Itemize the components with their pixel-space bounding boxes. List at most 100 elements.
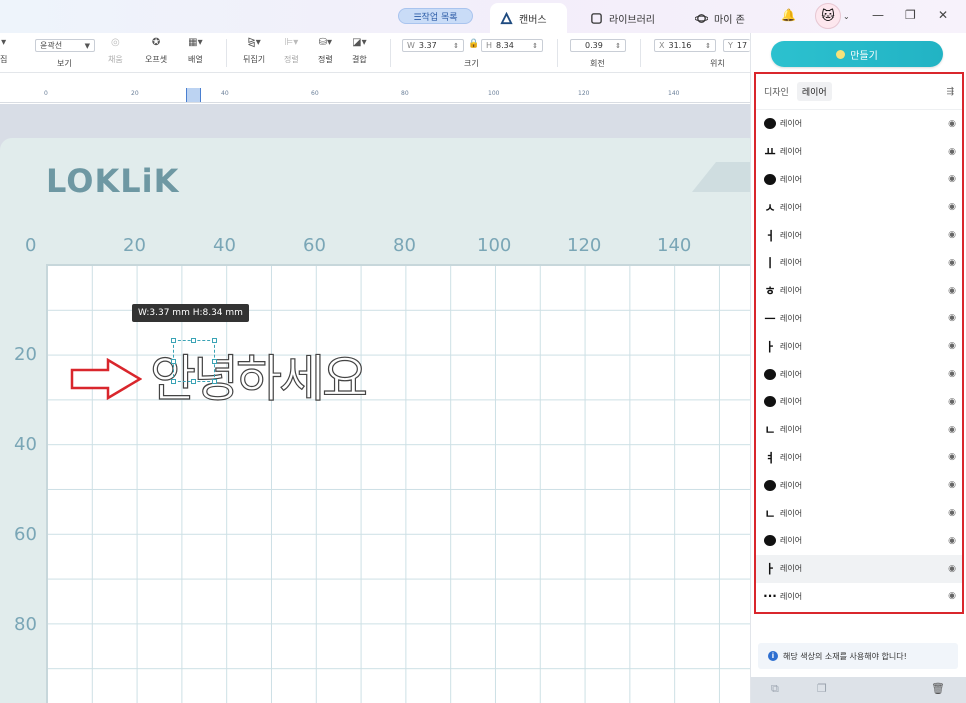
edit-tool[interactable]: ▾ 집	[0, 36, 7, 65]
eye-icon[interactable]: ◉	[948, 536, 956, 546]
resize-handle[interactable]	[171, 359, 176, 364]
fill-tool[interactable]: ◎ 채움	[108, 36, 123, 65]
offset-tool[interactable]: ✪ 오프셋	[145, 36, 167, 65]
layer-row[interactable]: ㅅ 레이어 ◉	[756, 193, 962, 221]
eye-icon[interactable]: ◉	[948, 452, 956, 462]
layer-row[interactable]: 레이어 ◉	[756, 360, 962, 388]
task-list-button[interactable]: ☰작업 목록	[398, 8, 473, 24]
width-input[interactable]: W 3.37 ⇕	[402, 39, 464, 52]
layer-name: 레이어	[780, 286, 803, 296]
eye-icon[interactable]: ◉	[948, 369, 956, 379]
layer-row[interactable]: ㅣ 레이어 ◉	[756, 249, 962, 277]
combine-tool[interactable]: ◪▾ 결합	[352, 36, 367, 65]
tab-design[interactable]: 디자인	[764, 85, 789, 98]
restore-button[interactable]: ❐	[905, 8, 916, 22]
lock-icon[interactable]: 🔒	[468, 39, 479, 49]
resize-handle[interactable]	[212, 379, 217, 384]
stepper-icon: ⇕	[532, 41, 538, 50]
cat-icon: 🐱	[821, 8, 835, 24]
flip-tool[interactable]: ⧎▾ 뒤집기	[243, 36, 265, 65]
resize-handle[interactable]	[191, 338, 196, 343]
layer-name: 레이어	[780, 174, 803, 184]
eye-icon[interactable]: ◉	[948, 174, 956, 184]
resize-handle[interactable]	[191, 379, 196, 384]
layer-row[interactable]: ㅎ 레이어 ◉	[756, 277, 962, 305]
eye-icon[interactable]: ◉	[948, 397, 956, 407]
eye-icon[interactable]: ◉	[948, 230, 956, 240]
tab-layer[interactable]: 레이어	[796, 82, 832, 101]
layer-row[interactable]: 레이어 ◉	[756, 471, 962, 499]
layer-thumbnail	[762, 367, 778, 381]
layer-name: 레이어	[780, 452, 803, 462]
ruler-label: 140	[668, 90, 680, 97]
sort-tool[interactable]: ⛁▾ 정렬	[318, 36, 333, 65]
flip-icon: ⧎▾	[247, 37, 261, 48]
filter-icon[interactable]: ⇶	[946, 87, 954, 97]
layer-row[interactable]: ㅓ 레이어 ◉	[756, 221, 962, 249]
layer-row[interactable]: ㅕ 레이어 ◉	[756, 444, 962, 472]
layer-row[interactable]: 레이어 ◉	[756, 388, 962, 416]
position-label: 위치	[710, 59, 725, 68]
eye-icon[interactable]: ◉	[948, 480, 956, 490]
trash-icon[interactable]: 🗑	[931, 682, 945, 695]
layer-row[interactable]: ㅏ 레이어 ◉	[756, 554, 962, 583]
tab-my-zone[interactable]: 마이 존	[685, 3, 755, 33]
layer-name: 레이어	[780, 230, 803, 240]
chevron-down-icon[interactable]: ⌄	[843, 12, 850, 21]
bell-icon[interactable]: 🔔	[781, 8, 796, 22]
tab-canvas[interactable]: 캔버스	[490, 3, 567, 33]
eye-icon[interactable]: ◉	[948, 341, 956, 351]
layer-row[interactable]: ㅛ 레이어 ◉	[756, 138, 962, 166]
resize-handle[interactable]	[171, 338, 176, 343]
minimize-button[interactable]: —	[872, 8, 884, 22]
canvas-area[interactable]: LOKLiK 0 20 40 60 80 100 120 140 20 40 6…	[0, 104, 750, 703]
layer-thumbnail: ㅕ	[764, 450, 776, 465]
x-input[interactable]: X 31.16 ⇕	[654, 39, 716, 52]
eye-icon[interactable]: ◉	[948, 313, 956, 323]
eye-icon[interactable]: ◉	[948, 258, 956, 268]
task-list-label: ☰작업 목록	[413, 12, 458, 23]
view-select[interactable]: 윤곽선 ▼	[35, 39, 95, 52]
resize-handle[interactable]	[171, 379, 176, 384]
panel-tabs: 디자인 레이어 ⇶	[756, 74, 962, 110]
eye-icon[interactable]: ◉	[948, 119, 956, 129]
tab-library[interactable]: 라이브러리	[580, 3, 665, 33]
y-input[interactable]: Y 17	[723, 39, 750, 52]
bulb-icon	[836, 49, 846, 59]
height-input[interactable]: H 8.34 ⇕	[481, 39, 543, 52]
eye-icon[interactable]: ◉	[948, 591, 956, 601]
layer-thumbnail: ㄴ	[764, 423, 776, 438]
planet-icon	[695, 13, 708, 23]
align-tool[interactable]: ⊫▾ 정렬	[284, 36, 299, 65]
eye-icon[interactable]: ◉	[948, 286, 956, 296]
close-button[interactable]: ✕	[938, 8, 948, 22]
layer-row[interactable]: 레이어 ◉	[756, 527, 962, 555]
duplicate-icon[interactable]: ❐	[817, 682, 827, 695]
eye-icon[interactable]: ◉	[948, 564, 956, 574]
layer-name: 레이어	[780, 564, 803, 574]
layer-thumbnail: ㄴ	[764, 506, 776, 521]
eye-icon[interactable]: ◉	[948, 147, 956, 157]
layer-row[interactable]: 레이어 ◉	[756, 166, 962, 194]
layer-row[interactable]: 레이어 ◉	[756, 110, 962, 138]
group-icon[interactable]: ⧉	[771, 682, 779, 696]
ruler-label: 80	[401, 90, 409, 97]
layer-row[interactable]: ㄴ 레이어 ◉	[756, 499, 962, 527]
resize-handle[interactable]	[212, 359, 217, 364]
selection-box[interactable]	[173, 340, 215, 382]
layer-row[interactable]: ··· 레이어 ◉	[756, 583, 962, 611]
avatar[interactable]: 🐱	[815, 3, 841, 29]
layer-row[interactable]: ㅡ 레이어 ◉	[756, 305, 962, 333]
layer-thumbnail	[762, 395, 778, 409]
resize-handle[interactable]	[212, 338, 217, 343]
arrange-tool[interactable]: ▦▾ 배열	[188, 36, 203, 65]
layer-row[interactable]: ㅏ 레이어 ◉	[756, 332, 962, 360]
layer-row[interactable]: ㄴ 레이어 ◉	[756, 416, 962, 444]
make-button[interactable]: 만들기	[771, 41, 943, 67]
rotate-input[interactable]: 0.39 ⇕	[570, 39, 626, 52]
eye-icon[interactable]: ◉	[948, 508, 956, 518]
eye-icon[interactable]: ◉	[948, 202, 956, 212]
eye-icon[interactable]: ◉	[948, 425, 956, 435]
mat-ruler-x: 100	[477, 235, 512, 256]
align-label: 정렬	[284, 55, 299, 64]
